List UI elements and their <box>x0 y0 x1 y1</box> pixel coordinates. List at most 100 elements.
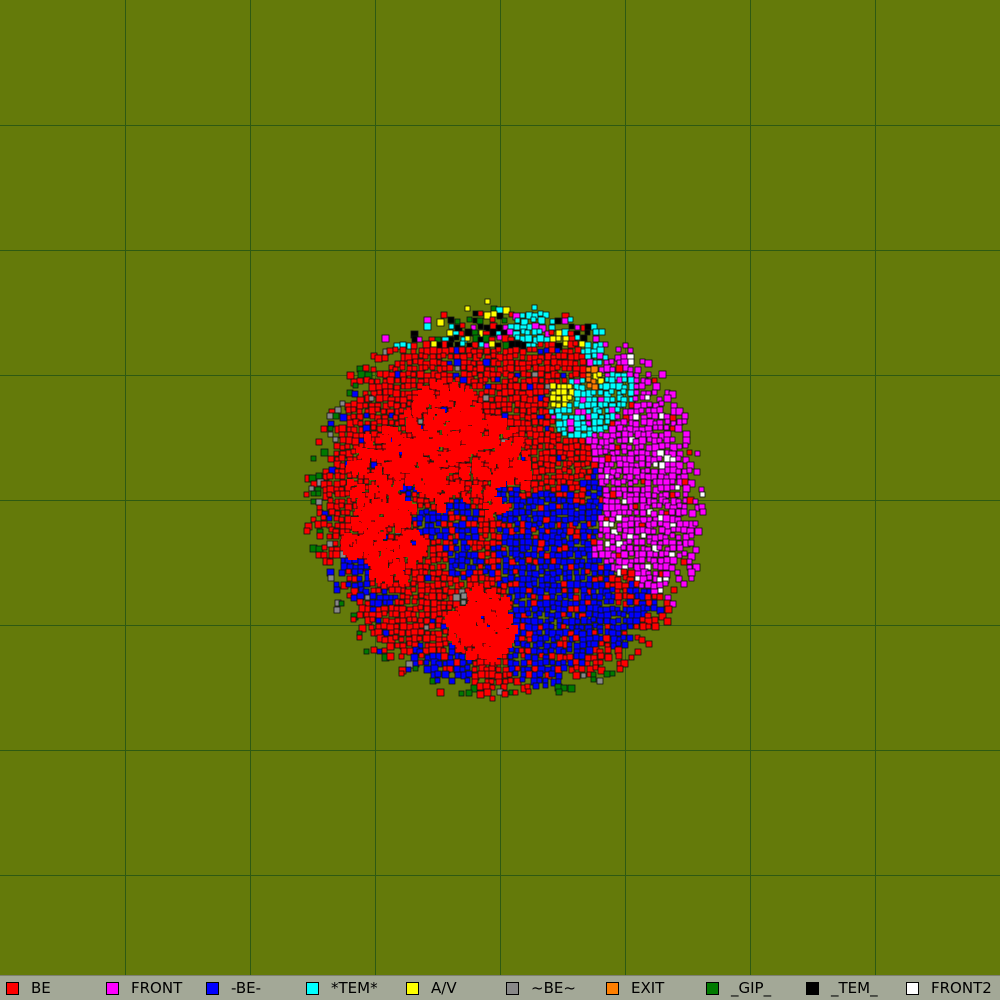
territory-cell <box>482 394 490 402</box>
territory-cell <box>460 592 468 600</box>
territory-cell <box>626 634 634 642</box>
territory-cell <box>496 514 503 521</box>
territory-cell <box>592 634 600 642</box>
territory-cell <box>674 424 683 433</box>
territory-cell <box>627 347 634 354</box>
territory-cell <box>389 508 395 514</box>
territory-cell <box>531 462 539 470</box>
territory-cell <box>417 617 424 624</box>
territory-cell <box>526 396 534 404</box>
territory-cell <box>437 504 446 513</box>
territory-cell <box>675 526 682 533</box>
territory-cell <box>609 538 616 545</box>
territory-cell <box>498 623 506 631</box>
territory-cell <box>363 534 370 541</box>
territory-cell <box>561 592 568 599</box>
territory-cell <box>440 563 447 570</box>
territory-cell <box>544 606 551 613</box>
territory-cell <box>656 406 664 414</box>
territory-cell <box>573 455 580 462</box>
territory-cell <box>502 562 510 570</box>
territory-cell <box>638 382 646 390</box>
territory-cell <box>357 581 364 588</box>
territory-cell <box>663 617 672 626</box>
legend-bar: BE FRONT -BE- *TEM* A/V ~BE~ EXIT _GIP_ … <box>0 975 1000 1000</box>
territory-cell <box>436 610 443 617</box>
territory-cell <box>524 653 532 661</box>
territory-cell <box>363 580 371 588</box>
territory-cell <box>658 370 667 379</box>
territory-cell <box>490 310 498 318</box>
territory-cell <box>501 690 509 698</box>
territory-cell <box>377 522 385 530</box>
territory-cell <box>449 634 456 641</box>
territory-cell <box>333 450 340 457</box>
territory-cell <box>573 473 580 480</box>
territory-cell <box>550 604 557 611</box>
territory-cell <box>531 346 538 353</box>
territory-cell <box>471 370 478 377</box>
territory-cell <box>371 450 378 457</box>
territory-cell <box>567 587 574 594</box>
territory-cell <box>632 438 640 446</box>
territory-cell <box>616 437 623 444</box>
territory-cell <box>633 389 640 396</box>
territory-cell <box>519 348 527 356</box>
territory-cell <box>633 383 640 390</box>
territory-cell <box>376 648 383 655</box>
territory-cell <box>573 587 580 594</box>
territory-cell <box>621 498 628 505</box>
territory-cell <box>398 670 405 677</box>
territory-cell <box>596 371 603 378</box>
territory-cell <box>686 558 693 565</box>
territory-cell <box>567 684 576 693</box>
territory-cell <box>532 682 540 690</box>
territory-cell <box>604 418 611 425</box>
territory-cell <box>370 522 378 530</box>
territory-cell <box>524 642 531 649</box>
territory-cell <box>580 672 587 679</box>
territory-cell <box>638 454 646 462</box>
territory-cell <box>450 387 459 396</box>
territory-cell <box>315 438 323 446</box>
territory-cell <box>620 388 627 395</box>
territory-cell <box>495 360 502 367</box>
territory-cell <box>574 484 581 491</box>
territory-cell <box>436 532 444 540</box>
territory-cell <box>360 524 367 531</box>
territory-cell <box>543 545 550 552</box>
territory-cell <box>423 508 430 515</box>
territory-cell <box>620 611 627 618</box>
territory-cell <box>554 634 561 641</box>
territory-cell <box>470 407 479 416</box>
territory-cell <box>584 568 591 575</box>
territory-cell <box>687 539 695 547</box>
territory-cell <box>416 574 425 583</box>
territory-cell <box>465 389 473 397</box>
territory-cell <box>472 310 479 317</box>
territory-cell <box>566 611 573 618</box>
territory-map[interactable] <box>0 0 1000 975</box>
territory-cell <box>410 382 417 389</box>
territory-cell <box>333 442 341 450</box>
territory-cell <box>621 641 629 649</box>
territory-cell <box>347 547 355 555</box>
territory-cell <box>424 415 433 424</box>
territory-cell <box>669 436 676 443</box>
territory-cell <box>652 424 659 431</box>
territory-cell <box>466 399 472 405</box>
territory-cell <box>485 615 493 623</box>
territory-cell <box>596 352 604 360</box>
territory-cell <box>327 497 334 504</box>
territory-cell <box>476 438 484 446</box>
territory-cell <box>320 514 327 521</box>
territory-cell <box>411 491 418 498</box>
territory-cell <box>482 376 489 383</box>
territory-cell <box>459 666 466 673</box>
territory-cell <box>560 558 568 566</box>
territory-cell <box>506 401 513 408</box>
territory-cell <box>454 376 461 383</box>
territory-cell <box>578 562 585 569</box>
territory-cell <box>549 418 556 425</box>
territory-cell <box>459 470 466 477</box>
